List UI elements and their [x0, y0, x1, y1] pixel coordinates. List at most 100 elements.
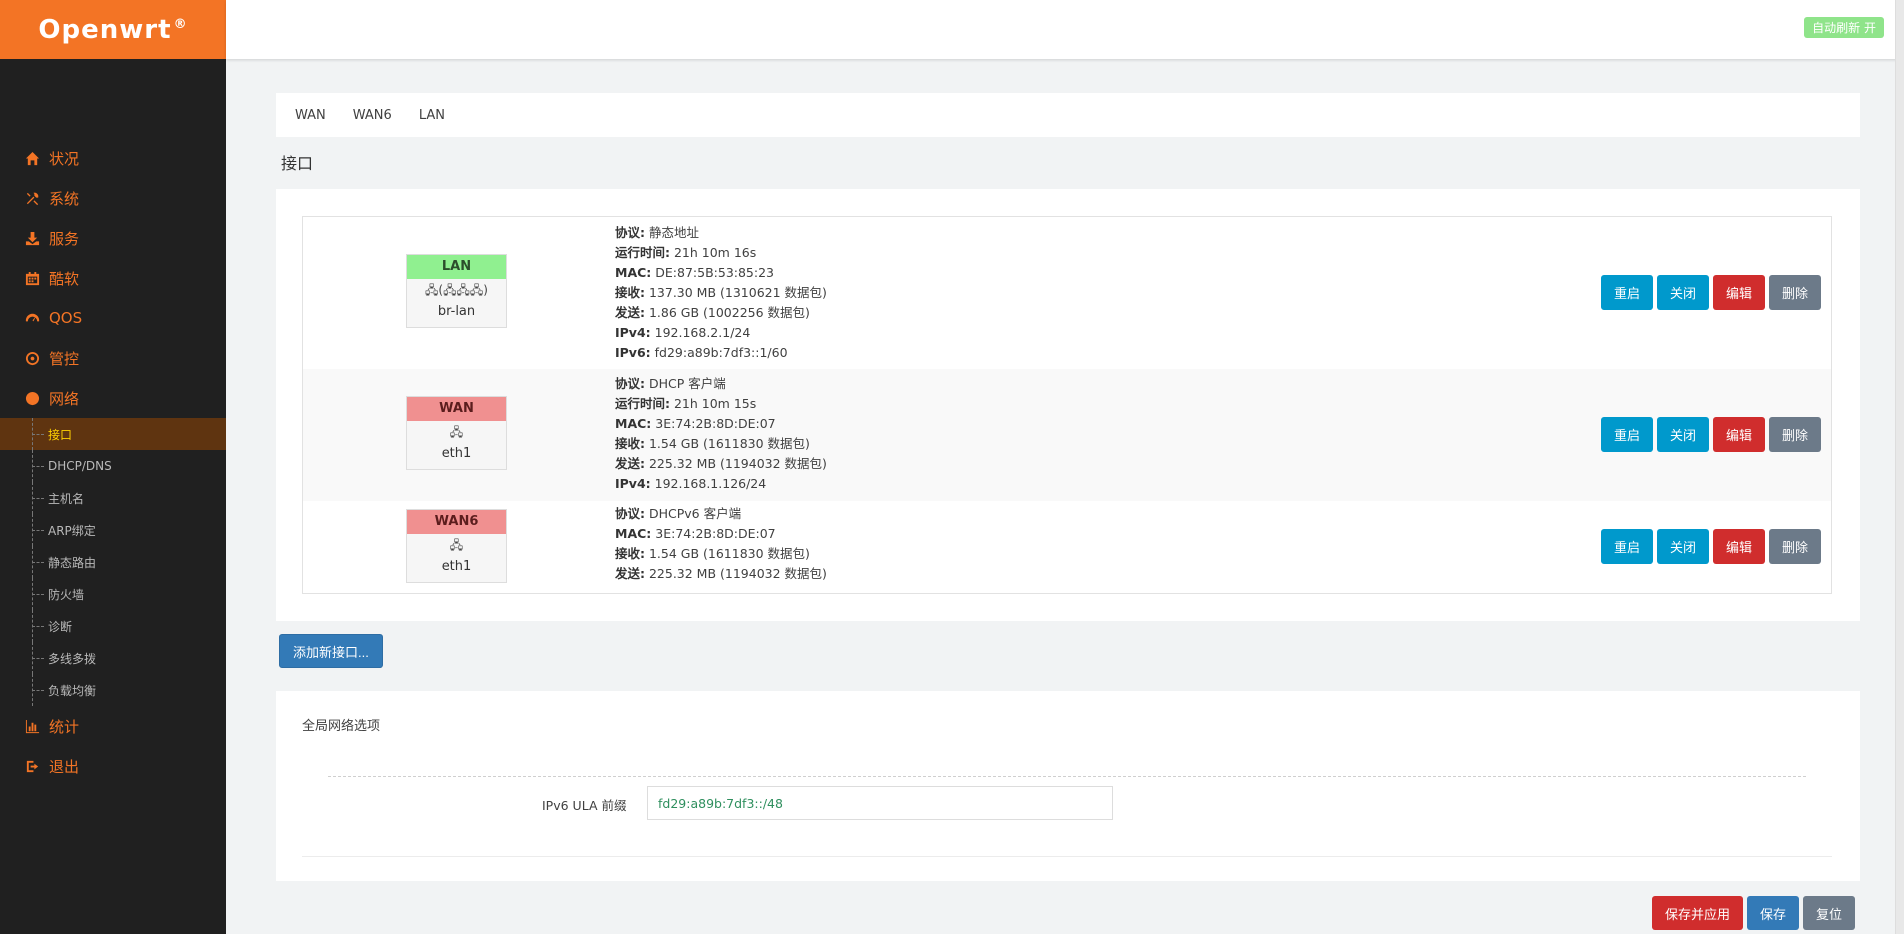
add-interface-button[interactable]: 添加新接口... — [279, 634, 383, 668]
brand-name: Openwrt — [38, 14, 172, 45]
submenu-item-dhcp-dns[interactable]: DHCP/DNS — [0, 450, 226, 482]
info-line: 接收: 137.30 MB (1310621 数据包) — [615, 285, 827, 300]
interface-row-wan: WAN 🖧 eth1 协议: DHCP 客户端 运行时间: 21h 10m 15… — [303, 369, 1831, 501]
interface-device: eth1 — [441, 446, 472, 461]
edit-button[interactable]: 编辑 — [1713, 529, 1766, 564]
menu-item-system[interactable]: 系统 — [0, 178, 226, 218]
info-line: MAC: DE:87:5B:53:85:23 — [615, 265, 775, 280]
submenu-item-multiwan-dial[interactable]: 多线多拨 — [0, 642, 226, 674]
download-icon — [23, 229, 41, 247]
section-title: 接口 — [281, 154, 314, 173]
interface-info: 协议: 静态地址 运行时间: 21h 10m 16s MAC: DE:87:5B… — [615, 223, 827, 363]
menu-item-qos[interactable]: QOS — [0, 298, 226, 338]
info-line: 发送: 225.32 MB (1194032 数据包) — [615, 456, 827, 471]
submenu-item-firewall[interactable]: 防火墙 — [0, 578, 226, 610]
submenu-item-arp-binding[interactable]: ARP绑定 — [0, 514, 226, 546]
menu-item-control[interactable]: 管控 — [0, 338, 226, 378]
interface-row-lan: LAN 🖧(🖧🖧🖧) br-lan 协议: 静态地址 运行时间: 21h 10m… — [303, 217, 1831, 369]
interface-info: 协议: DHCPv6 客户端 MAC: 3E:74:2B:8D:DE:07 接收… — [615, 504, 827, 584]
delete-button[interactable]: 删除 — [1769, 275, 1822, 310]
stop-button[interactable]: 关闭 — [1657, 529, 1710, 564]
interface-info: 协议: DHCP 客户端 运行时间: 21h 10m 15s MAC: 3E:7… — [615, 374, 827, 494]
menu-item-status[interactable]: 状况 — [0, 138, 226, 178]
restart-button[interactable]: 重启 — [1601, 275, 1654, 310]
edit-button[interactable]: 编辑 — [1713, 417, 1766, 452]
footer-actions: 保存并应用 保存 复位 — [1652, 896, 1856, 930]
top-header: 自动刷新 开 — [226, 0, 1904, 59]
main-menu: 状况 系统 服务 酷软 QOS 管控 网络 — [0, 138, 226, 418]
interface-name: WAN — [407, 397, 506, 421]
menu-label: 服务 — [49, 229, 80, 248]
info-line: 发送: 225.32 MB (1194032 数据包) — [615, 566, 827, 581]
stop-button[interactable]: 关闭 — [1657, 275, 1710, 310]
row-actions: 重启 关闭 编辑 删除 — [1601, 275, 1822, 310]
info-line: 协议: DHCPv6 客户端 — [615, 506, 742, 521]
network-port-icons: 🖧(🖧🖧🖧) — [425, 283, 488, 297]
info-line: 发送: 1.86 GB (1002256 数据包) — [615, 305, 810, 320]
network-port-icon: 🖧 — [449, 538, 464, 552]
menu-item-statistics[interactable]: 统计 — [0, 706, 226, 746]
edit-button[interactable]: 编辑 — [1713, 275, 1766, 310]
restart-button[interactable]: 重启 — [1601, 417, 1654, 452]
menu-label: 退出 — [49, 757, 80, 776]
menu-item-logout[interactable]: 退出 — [0, 746, 226, 786]
tab-wan6[interactable]: WAN6 — [353, 108, 392, 123]
submenu-item-diagnostics[interactable]: 诊断 — [0, 610, 226, 642]
tab-lan[interactable]: LAN — [419, 108, 445, 123]
interface-tabs: WAN WAN6 LAN — [276, 93, 1860, 137]
global-options-title: 全局网络选项 — [302, 719, 381, 734]
interface-badge: WAN6 🖧 eth1 — [406, 509, 507, 583]
info-line: 运行时间: 21h 10m 16s — [615, 245, 757, 260]
interface-badge: WAN 🖧 eth1 — [406, 396, 507, 470]
submenu-item-load-balance[interactable]: 负载均衡 — [0, 674, 226, 706]
menu-label: 统计 — [49, 717, 80, 736]
submenu-item-interfaces[interactable]: 接口 — [0, 418, 226, 450]
interfaces-table: LAN 🖧(🖧🖧🖧) br-lan 协议: 静态地址 运行时间: 21h 10m… — [302, 216, 1832, 594]
menu-item-software[interactable]: 酷软 — [0, 258, 226, 298]
info-line: 接收: 1.54 GB (1611830 数据包) — [615, 546, 810, 561]
gauge-icon — [23, 309, 41, 327]
info-line: MAC: 3E:74:2B:8D:DE:07 — [615, 416, 776, 431]
ula-prefix-input[interactable] — [647, 786, 1113, 820]
submenu-item-hostnames[interactable]: 主机名 — [0, 482, 226, 514]
calendar-icon — [23, 269, 41, 287]
info-line: IPv6: fd29:a89b:7df3::1/60 — [615, 345, 788, 360]
network-port-icon: 🖧 — [449, 425, 464, 439]
submenu-item-static-routes[interactable]: 静态路由 — [0, 546, 226, 578]
save-button[interactable]: 保存 — [1747, 896, 1800, 930]
ula-prefix-label: IPv6 ULA 前缀 — [542, 798, 627, 813]
restart-button[interactable]: 重启 — [1601, 529, 1654, 564]
tab-wan[interactable]: WAN — [295, 108, 326, 123]
menu-item-network[interactable]: 网络 — [0, 378, 226, 418]
row-actions: 重启 关闭 编辑 删除 — [1601, 417, 1822, 452]
interface-name: LAN — [407, 255, 506, 279]
menu-label: 酷软 — [49, 269, 80, 288]
reset-button[interactable]: 复位 — [1803, 896, 1856, 930]
logout-icon — [23, 757, 41, 775]
globe-icon — [23, 389, 41, 407]
interface-badge: LAN 🖧(🖧🖧🖧) br-lan — [406, 254, 507, 328]
interface-device: eth1 — [441, 559, 472, 574]
menu-item-services[interactable]: 服务 — [0, 218, 226, 258]
interface-device: br-lan — [437, 304, 476, 319]
menu-label: QOS — [49, 309, 83, 327]
info-line: 运行时间: 21h 10m 15s — [615, 396, 757, 411]
interface-name: WAN6 — [407, 510, 506, 534]
network-submenu: 接口 DHCP/DNS 主机名 ARP绑定 静态路由 防火墙 诊断 多线多拨 负… — [0, 418, 226, 706]
menu-label: 管控 — [49, 349, 80, 368]
divider — [328, 776, 1806, 777]
save-apply-button[interactable]: 保存并应用 — [1652, 896, 1744, 930]
info-line: IPv4: 192.168.2.1/24 — [615, 325, 751, 340]
page-scrollbar[interactable] — [1895, 0, 1904, 934]
menu-label: 网络 — [49, 389, 80, 408]
home-icon — [23, 149, 41, 167]
delete-button[interactable]: 删除 — [1769, 529, 1822, 564]
delete-button[interactable]: 删除 — [1769, 417, 1822, 452]
info-line: 接收: 1.54 GB (1611830 数据包) — [615, 436, 810, 451]
stop-button[interactable]: 关闭 — [1657, 417, 1710, 452]
info-line: IPv4: 192.168.1.126/24 — [615, 476, 767, 491]
menu-label: 状况 — [49, 149, 80, 168]
brand-logo[interactable]: Openwrt ® — [0, 0, 226, 59]
auto-refresh-toggle[interactable]: 自动刷新 开 — [1804, 17, 1884, 38]
info-line: 协议: 静态地址 — [615, 225, 699, 240]
